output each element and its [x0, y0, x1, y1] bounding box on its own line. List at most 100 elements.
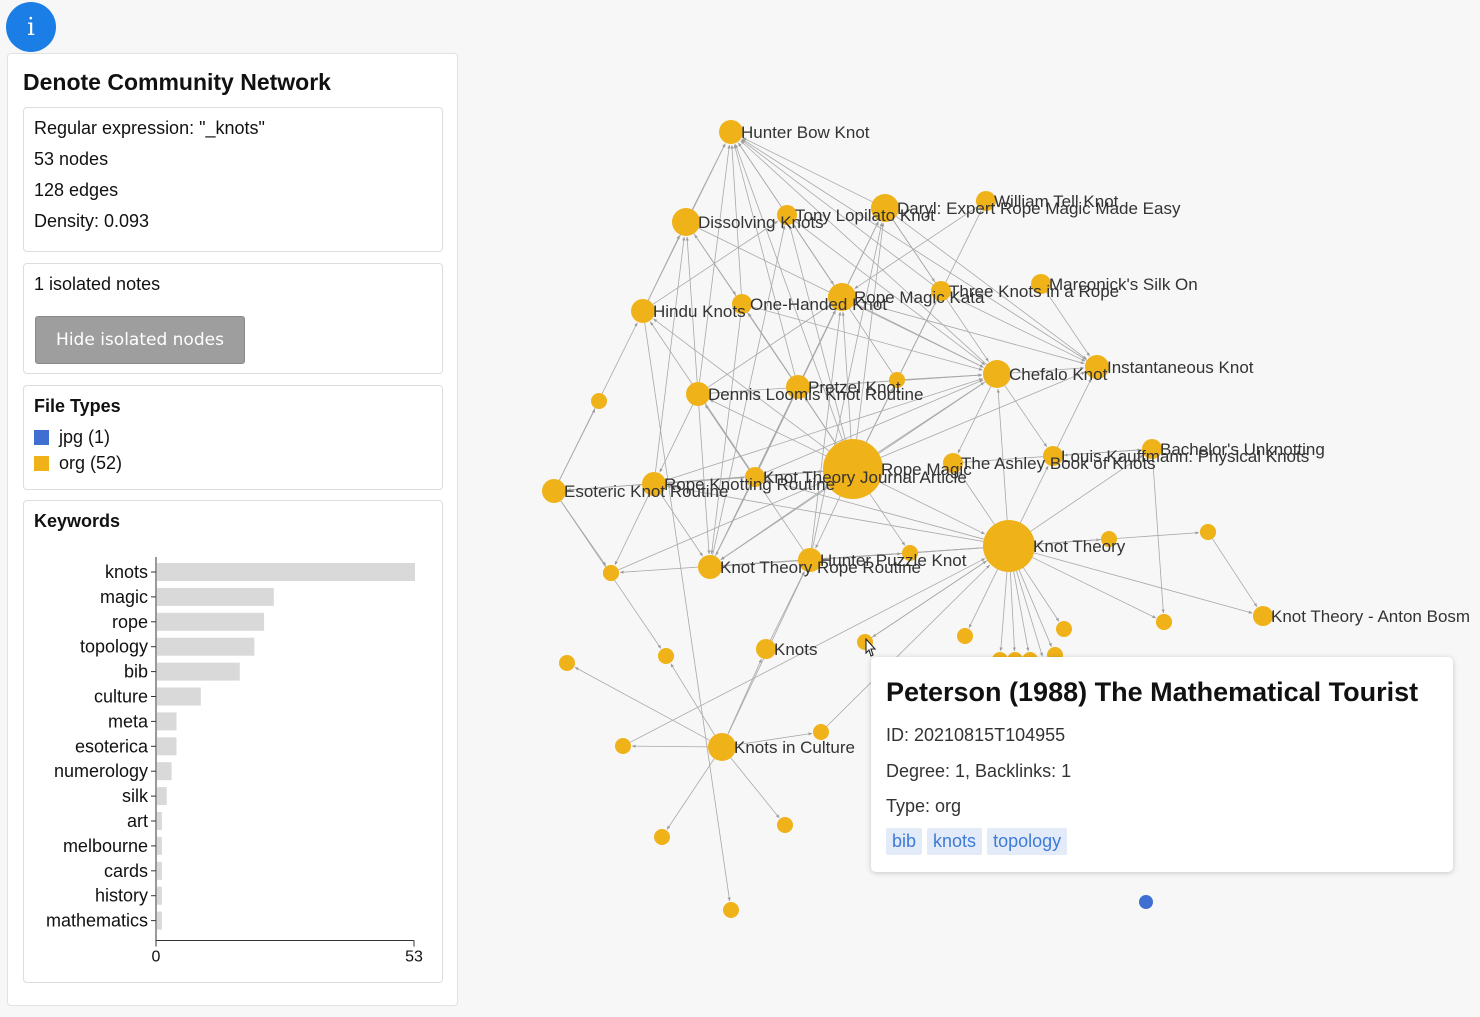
bar-meta	[157, 712, 177, 731]
tooltip-title: Peterson (1988) The Mathematical Tourist	[886, 677, 1419, 707]
edge-knottheory-n-u	[1009, 571, 1016, 652]
isolated-count: 1 isolated notes	[34, 274, 161, 294]
y-tick-label-magic: magic	[100, 587, 148, 607]
node-dennis[interactable]	[686, 382, 710, 406]
file-types-title: File Types	[34, 396, 121, 416]
edge-ropemagic-ropemagickata	[841, 311, 852, 440]
keywords-bar-chart: knots magic rope topology bib culture meta esot…	[46, 557, 423, 966]
bar-mathematics	[157, 911, 162, 930]
node-n-o[interactable]	[777, 817, 793, 833]
node-n-q[interactable]	[603, 565, 619, 581]
node-label-ktjournal: Knot Theory Journal Article	[763, 468, 967, 487]
edge-knotsculture-knots	[727, 658, 762, 735]
file-types-card: File Types jpg (1) org (52)	[23, 385, 443, 490]
edge-ropeknotting-dissolving	[655, 236, 686, 473]
node-hunter-bow[interactable]	[719, 120, 743, 144]
edge-knottheory-n-v	[1016, 570, 1043, 657]
node-label-knotsculture: Knots in Culture	[734, 738, 855, 757]
y-tick-label-topology: topology	[80, 637, 148, 657]
bar-topology	[157, 637, 255, 656]
hide-isolated-button[interactable]: Hide isolated nodes	[35, 316, 245, 364]
node-n-n[interactable]	[654, 829, 670, 845]
node-label-hindu: Hindu Knots	[653, 302, 746, 321]
edge-knotsculture-n-m	[631, 744, 709, 748]
x-tick-label-1: 53	[405, 949, 423, 966]
bar-art	[157, 812, 162, 830]
node-knotsculture[interactable]	[708, 733, 736, 761]
org-swatch	[34, 456, 49, 471]
info-button[interactable]: i	[6, 2, 56, 52]
jpg-swatch	[34, 430, 49, 445]
legend-item-jpg[interactable]: jpg (1)	[34, 427, 110, 448]
node-n-p[interactable]	[723, 902, 739, 918]
node-label-anton: Knot Theory - Anton Bosm	[1271, 607, 1470, 626]
tooltip-tags: bib knots topology	[886, 828, 1068, 855]
edge-ropemagic-william	[865, 210, 982, 443]
tag-knots[interactable]: knots	[927, 828, 983, 855]
node-n-r[interactable]	[1156, 614, 1172, 630]
node-n-j[interactable]	[559, 655, 575, 671]
tag-bib[interactable]: bib	[886, 828, 923, 855]
node-knots[interactable]	[756, 639, 776, 659]
node-knottheory[interactable]	[983, 520, 1035, 572]
node-label-william: William Tell Knot	[994, 192, 1119, 211]
edge-ropeknotting-ktrope	[660, 493, 704, 557]
node-dissolving[interactable]	[672, 208, 700, 236]
node-label-bachelor: Bachelor's Unknotting	[1160, 440, 1325, 459]
edge-ropeknotting-n-q	[614, 494, 650, 566]
edge-dissolving-onehanded	[693, 233, 737, 296]
node-hindu[interactable]	[631, 299, 655, 323]
keywords-title: Keywords	[34, 511, 121, 531]
edge-ropemagic-hunterpuzzle	[815, 495, 841, 549]
edge-n-a-chefalo	[904, 373, 983, 380]
edge-knottheory-kauffman	[1020, 465, 1049, 523]
edge-pretzel-onehanded	[747, 312, 792, 378]
edge-knottheory-n-w	[999, 571, 1008, 652]
edge-knottheory-n-h	[1023, 567, 1060, 622]
edge-esoteric-n-b	[559, 408, 596, 481]
y-tick-label-mathematics: mathematics	[46, 911, 148, 931]
node-label-chefalo: Chefalo Knot	[1009, 365, 1108, 384]
bar-cards	[157, 861, 162, 880]
node-n-s[interactable]	[1200, 524, 1216, 540]
node-n-m[interactable]	[615, 738, 631, 754]
y-tick-label-rope: rope	[112, 612, 148, 632]
panel-title: Denote Community Network	[23, 69, 331, 95]
y-tick-label-culture: culture	[94, 687, 148, 707]
node-ktrope[interactable]	[698, 555, 722, 579]
edge-ropemagic-pretzel	[804, 397, 837, 445]
x-tick-label-0: 0	[152, 949, 161, 966]
edge-daryl-hunter-bow	[742, 137, 873, 203]
tag-topology[interactable]: topology	[987, 828, 1068, 855]
node-n-b[interactable]	[591, 393, 607, 409]
y-tick-label-meta: meta	[108, 711, 149, 731]
tooltip-type: Type: org	[886, 796, 962, 816]
node-jpg[interactable]	[1139, 895, 1153, 909]
node-anton[interactable]	[1253, 606, 1273, 626]
bar-numerology	[157, 762, 172, 781]
node-n-k[interactable]	[658, 648, 674, 664]
node-esoteric[interactable]	[542, 479, 566, 503]
y-tick-label-melbourne: melbourne	[63, 836, 148, 856]
edge-hindu-tony	[652, 220, 779, 305]
edge-ropemagic-n-d	[869, 493, 906, 546]
node-label-hunter-bow: Hunter Bow Knot	[741, 123, 870, 142]
legend-item-org[interactable]: org (52)	[34, 453, 122, 474]
node-n-g[interactable]	[957, 628, 973, 644]
edge-ropemagic-daryl	[856, 222, 885, 440]
bar-esoterica	[157, 737, 177, 756]
bar-silk	[157, 787, 167, 806]
node-n-h[interactable]	[1056, 621, 1072, 637]
regex-stat: Regular expression: "_knots"	[34, 118, 265, 138]
bar-culture	[157, 687, 201, 706]
edge-knottheory-anton	[1033, 552, 1253, 614]
y-tick-label-cards: cards	[104, 861, 148, 881]
edge-knotsculture-n-o	[730, 757, 780, 819]
node-label-instantaneous: Instantaneous Knot	[1107, 358, 1254, 377]
edge-kauffman-instantaneous	[1057, 378, 1092, 448]
node-chefalo[interactable]	[983, 360, 1011, 388]
edge-ropemagic-tony	[789, 225, 846, 441]
y-tick-label-esoterica: esoterica	[75, 736, 149, 756]
edge-n-s-anton	[1212, 538, 1258, 608]
bar-melbourne	[157, 836, 162, 855]
